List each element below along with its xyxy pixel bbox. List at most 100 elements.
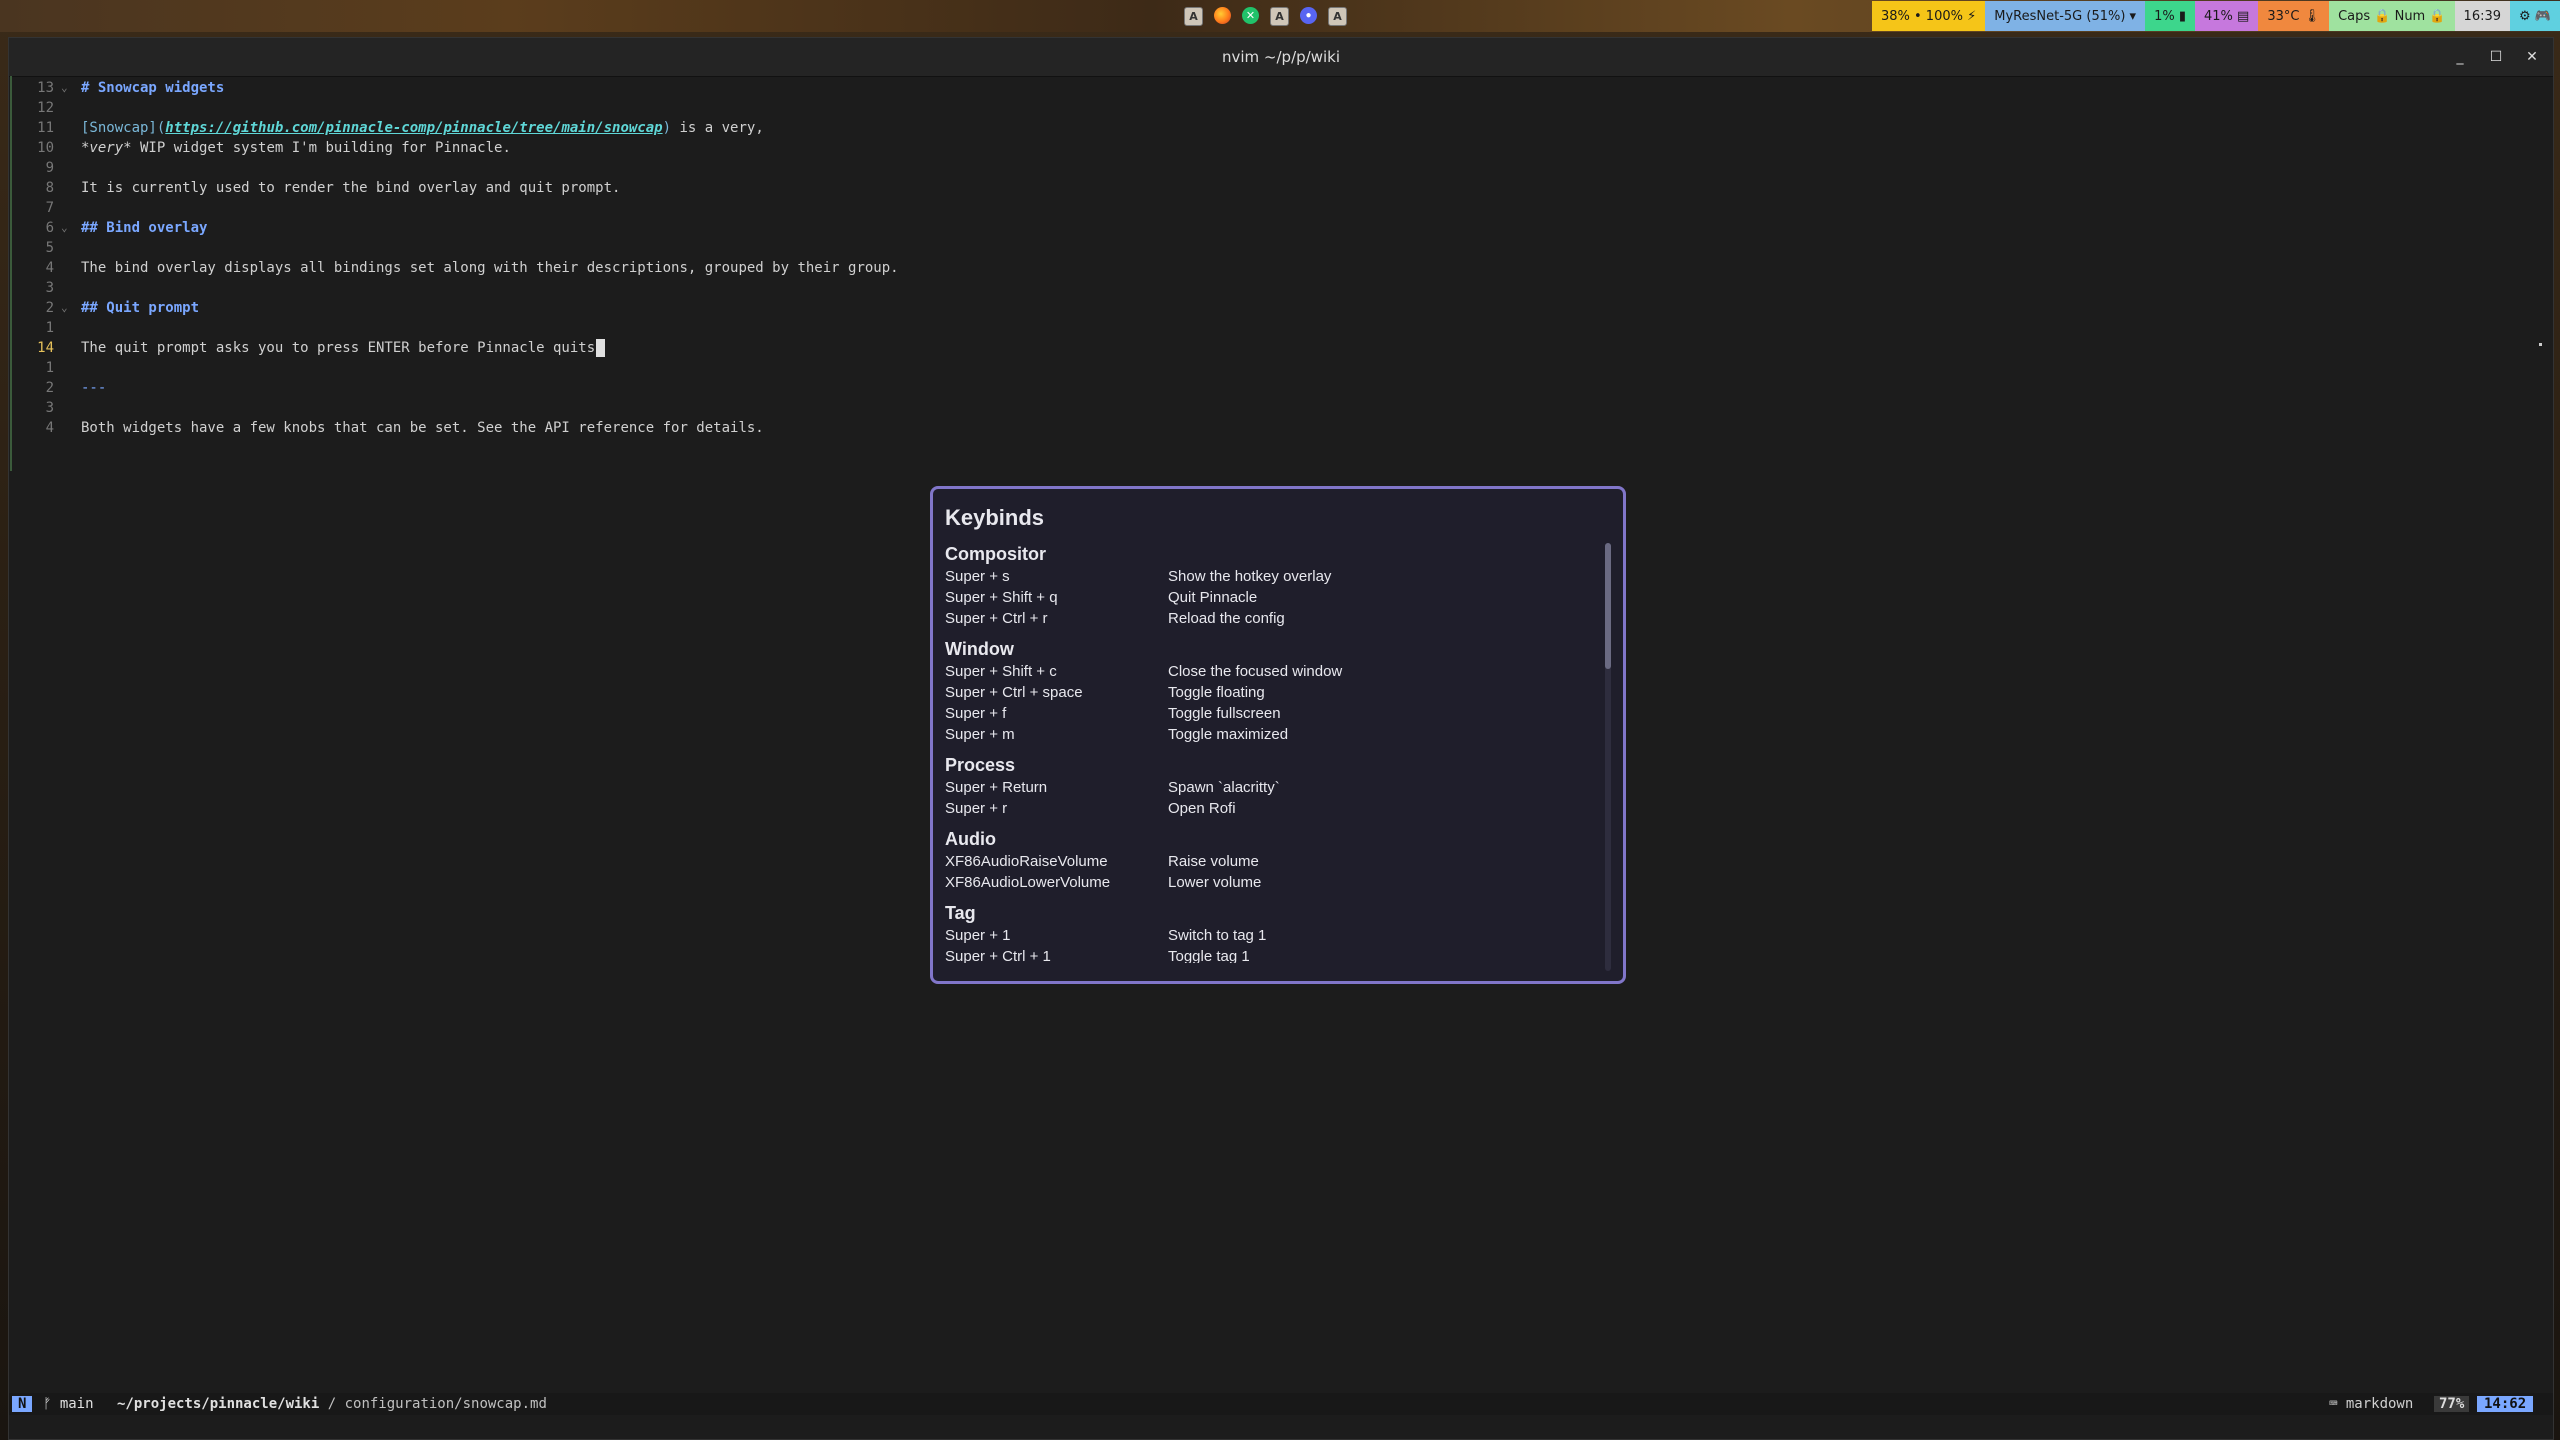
editor-line[interactable]: 3 — [9, 278, 2539, 298]
keybind-group-title: Compositor — [945, 544, 1046, 564]
memory-pill[interactable]: 41% ▤ — [2195, 1, 2259, 31]
discord-icon[interactable]: ● — [1300, 7, 1317, 24]
window-titlebar[interactable]: nvim ~/p/p/wiki _ ☐ ✕ — [9, 38, 2553, 77]
lock-keys-pill[interactable]: Caps 🔒 Num 🔒 — [2329, 1, 2455, 31]
input-method-icon[interactable]: A — [1270, 7, 1289, 26]
fold-chevron-icon[interactable]: ⌄ — [61, 218, 73, 238]
keybind-row: Super + s Show the hotkey overlay — [945, 566, 1585, 587]
input-method-icon[interactable]: A — [1184, 7, 1203, 26]
editor-line[interactable]: 11 [Snowcap](https://github.com/pinnacle-… — [9, 118, 2539, 138]
firefox-icon[interactable] — [1214, 7, 1231, 24]
keybind-group-title: Window — [945, 639, 1014, 659]
keybind-description: Toggle maximized — [1168, 726, 1289, 743]
status-line: N ᚠ main ~/projects/pinnacle/wiki / conf… — [9, 1393, 2553, 1415]
input-method-icon[interactable]: A — [1328, 7, 1347, 26]
keybind-keys: Super + 1 — [945, 927, 1011, 944]
keybind-keys: Super + Ctrl + r — [945, 610, 1048, 627]
keybind-row: Super + Shift + q Quit Pinnacle — [945, 587, 1585, 608]
editor-line[interactable]: 6 ⌄ ## Bind overlay — [9, 218, 2539, 238]
maximize-button[interactable]: ☐ — [2485, 46, 2507, 68]
line-text: The quit prompt asks you to press ENTER … — [81, 338, 606, 358]
keybind-description: Toggle tag 1 — [1168, 948, 1250, 963]
link-url[interactable]: https://github.com/pinnacle-comp/pinnacl… — [165, 120, 662, 136]
keybind-keys: Super + Ctrl + 1 — [945, 948, 1051, 963]
line-number: 2 — [45, 380, 54, 396]
keybind-row: Super + Ctrl + 1 Toggle tag 1 — [945, 946, 1585, 963]
mode-indicator: N — [12, 1396, 33, 1412]
overlay-scrollbar[interactable] — [1605, 543, 1611, 971]
cpu-pill[interactable]: 1% ▮ — [2145, 1, 2195, 31]
keybind-row: Super + r Open Rofi — [945, 798, 1585, 819]
line-text-tail: is a very, — [671, 120, 764, 136]
line-number: 7 — [45, 200, 54, 216]
git-change-indicator — [10, 76, 12, 471]
keybind-group-title: Tag — [945, 903, 976, 923]
fold-chevron-icon[interactable]: ⌄ — [61, 78, 73, 98]
keybind-row: Super + Ctrl + r Reload the config — [945, 608, 1585, 629]
editor-line[interactable]: 4 The bind overlay displays all bindings … — [9, 258, 2539, 278]
markdown-heading: ## Bind overlay — [81, 220, 208, 236]
line-text: Both widgets have a few knobs that can b… — [81, 420, 764, 436]
cursor-position: 14:62 — [2477, 1396, 2534, 1412]
line-number: 10 — [37, 140, 54, 156]
scrollbar-thumb[interactable] — [1605, 543, 1611, 669]
editor-line[interactable]: 3 — [9, 398, 2539, 418]
keybind-keys: Super + Shift + q — [945, 589, 1058, 606]
editor-line[interactable]: 10 *very* WIP widget system I'm building … — [9, 138, 2539, 158]
xbox-icon[interactable]: ✕ — [1242, 7, 1259, 24]
editor-line[interactable]: 8 It is currently used to render the bind… — [9, 178, 2539, 198]
link-label: [Snowcap] — [81, 120, 157, 136]
minimize-button[interactable]: _ — [2449, 46, 2471, 68]
markdown-heading: ## Quit prompt — [81, 300, 200, 316]
close-button[interactable]: ✕ — [2521, 46, 2543, 68]
scroll-indicator — [2539, 343, 2542, 346]
line-text: It is currently used to render the bind … — [81, 180, 621, 196]
keybind-description: Show the hotkey overlay — [1168, 568, 1332, 585]
editor-line[interactable]: 13 ⌄ # Snowcap widgets — [9, 78, 2539, 98]
keybind-keys: XF86AudioRaiseVolume — [945, 853, 1108, 870]
keybind-description: Switch to tag 1 — [1168, 927, 1267, 944]
text-cursor — [596, 339, 606, 357]
keybind-row: XF86AudioRaiseVolume Raise volume — [945, 851, 1585, 872]
markdown-heading: # Snowcap widgets — [81, 80, 225, 96]
keybind-overlay[interactable]: Keybinds Compositor Super + s Show the hot… — [930, 486, 1626, 984]
editor-line[interactable]: 1 — [9, 318, 2539, 338]
keybind-description: Toggle floating — [1168, 684, 1265, 701]
line-number: 14 — [37, 340, 54, 356]
keybind-description: Spawn `alacritty` — [1168, 779, 1280, 796]
line-number: 13 — [37, 80, 54, 96]
battery-pill[interactable]: 38% • 100% ⚡ — [1871, 1, 1986, 31]
horizontal-rule: --- — [81, 380, 107, 396]
keybind-row: Super + f Toggle fullscreen — [945, 703, 1585, 724]
editor-line[interactable]: 2 ⌄ ## Quit prompt — [9, 298, 2539, 318]
clock-pill[interactable]: 16:39 — [2454, 1, 2511, 31]
cursor-line[interactable]: 14 The quit prompt asks you to press ENTE… — [9, 338, 2539, 358]
keybind-description: Lower volume — [1168, 874, 1262, 891]
line-number: 11 — [37, 120, 54, 136]
editor-line[interactable]: 2 --- — [9, 378, 2539, 398]
editor-line[interactable]: 9 — [9, 158, 2539, 178]
line-text: *very* WIP widget system I'm building fo… — [81, 138, 511, 158]
keybind-list[interactable]: Compositor Super + s Show the hotkey overl… — [945, 543, 1585, 963]
editor-line[interactable]: 12 — [9, 98, 2539, 118]
keybind-description: Open Rofi — [1168, 800, 1236, 817]
emphasis-text: *very* — [81, 140, 132, 156]
overlay-title: Keybinds — [945, 505, 1045, 530]
scroll-percent: 77% — [2434, 1396, 2470, 1412]
line-number: 1 — [45, 360, 54, 376]
line-number: 8 — [45, 180, 54, 196]
keybind-description: Close the focused window — [1168, 663, 1343, 680]
keybind-description: Reload the config — [1168, 610, 1285, 627]
fold-chevron-icon[interactable]: ⌄ — [61, 298, 73, 318]
keybind-keys: Super + r — [945, 800, 1008, 817]
keybind-description: Raise volume — [1168, 853, 1259, 870]
editor-line[interactable]: 5 — [9, 238, 2539, 258]
keybind-keys: Super + s — [945, 568, 1010, 585]
network-pill[interactable]: MyResNet-5G (51%) ▾ — [1985, 1, 2146, 31]
temperature-pill[interactable]: 33°C 🌡 — [2258, 1, 2330, 31]
line-number: 3 — [45, 400, 54, 416]
editor-line[interactable]: 4 Both widgets have a few knobs that can … — [9, 418, 2539, 438]
editor-line[interactable]: 1 — [9, 358, 2539, 378]
tray-extra-pill[interactable]: ⚙ 🎮 — [2510, 1, 2560, 31]
editor-line[interactable]: 7 — [9, 198, 2539, 218]
